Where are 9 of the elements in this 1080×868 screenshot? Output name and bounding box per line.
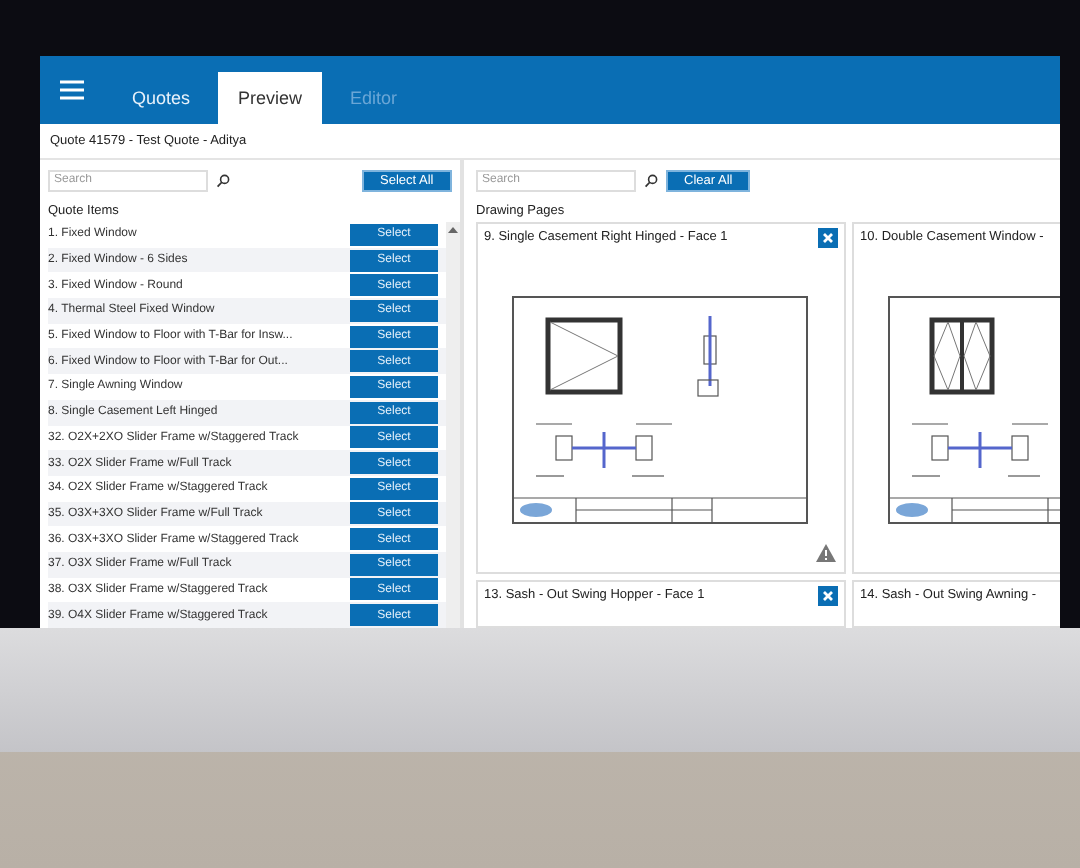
tab[interactable]: Preview (218, 72, 323, 124)
search-icon[interactable] (216, 173, 230, 187)
menu-icon[interactable] (60, 80, 84, 100)
search-icon[interactable] (644, 173, 658, 187)
scrollbar[interactable] (446, 222, 460, 628)
tab[interactable]: Quotes (112, 72, 211, 124)
close-button[interactable] (818, 586, 838, 606)
scroll-up-icon[interactable] (448, 226, 458, 234)
close-button[interactable] (818, 228, 838, 248)
